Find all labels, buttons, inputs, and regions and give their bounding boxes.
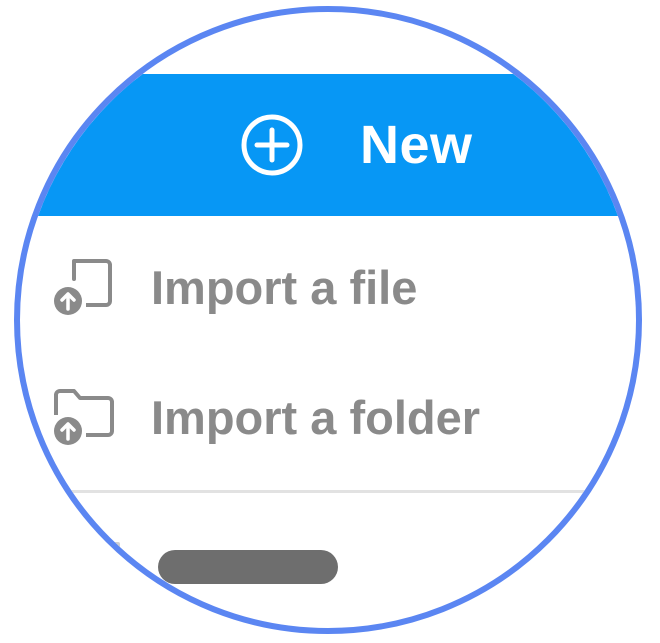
new-label: New: [360, 115, 473, 175]
new-bar: New: [20, 74, 636, 216]
folder-upload-icon: [54, 389, 114, 445]
file-upload-icon: [54, 259, 112, 315]
new-button[interactable]: New: [240, 74, 473, 216]
menu-item-label: Import a folder: [151, 390, 481, 444]
plus-circle-icon: [241, 114, 303, 176]
partial-item-icon: [106, 542, 120, 582]
menu-divider: [60, 490, 630, 493]
menu-item-import-folder[interactable]: Import a folder: [20, 362, 636, 472]
menu-item-label: Import a file: [151, 260, 418, 314]
magnifier-lens: New Import a file Import a folder: [20, 12, 636, 628]
menu-item-import-file[interactable]: Import a file: [20, 232, 636, 342]
scroll-handle[interactable]: [158, 550, 338, 584]
